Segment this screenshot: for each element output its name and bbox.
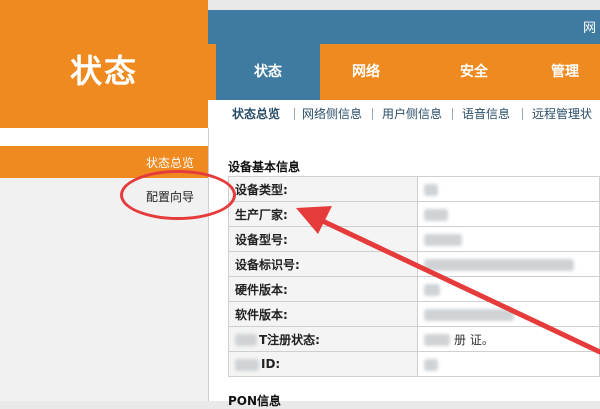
annotation-arrow-icon — [296, 206, 600, 355]
